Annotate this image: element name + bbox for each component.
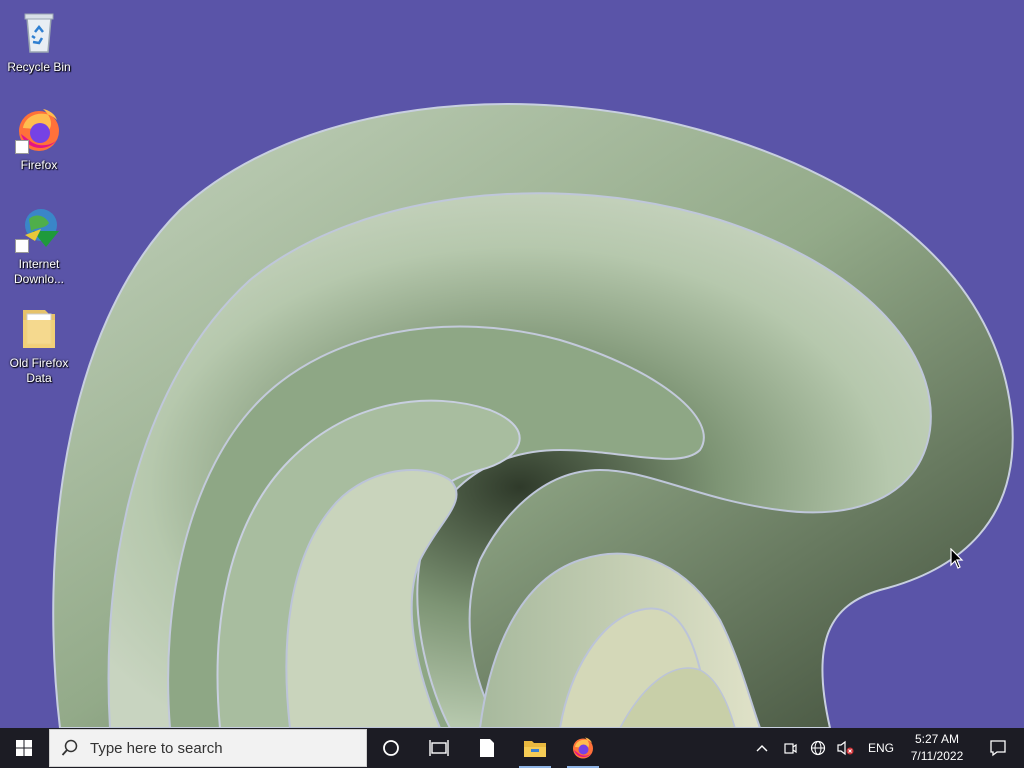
meet-now-icon	[784, 743, 797, 754]
task-view-icon	[429, 740, 449, 756]
notepad-taskbar-button[interactable]	[463, 728, 511, 768]
search-icon	[50, 739, 90, 757]
input-language-indicator[interactable]: ENG	[860, 728, 902, 768]
recycle-bin-icon	[15, 8, 63, 56]
search-placeholder: Type here to search	[90, 739, 223, 757]
folder-icon	[524, 741, 546, 757]
clock-time: 5:27 AM	[914, 732, 960, 746]
show-hidden-icons-button[interactable]	[748, 728, 776, 768]
desktop-icon-label: Old Firefox Data	[9, 356, 69, 385]
firefox-icon	[573, 737, 593, 759]
blank-document-icon	[480, 739, 494, 757]
firefox-icon	[15, 106, 63, 154]
taskbar-search-box[interactable]: Type here to search	[49, 729, 367, 767]
desktop-icon-label: Firefox	[20, 158, 58, 172]
volume-muted-icon	[837, 740, 854, 756]
network-button[interactable]	[804, 728, 832, 768]
start-button[interactable]	[0, 728, 48, 768]
shortcut-arrow-icon	[15, 239, 29, 253]
internet-download-manager-icon	[15, 205, 63, 253]
desktop-icon-label: Recycle Bin	[7, 60, 71, 74]
desktop-icon-recycle-bin[interactable]: Recycle Bin	[4, 8, 74, 75]
clock-date: 7/11/2022	[910, 749, 964, 763]
system-tray: ENG 5:27 AM 7/11/2022	[748, 728, 1024, 768]
globe-network-icon	[810, 740, 826, 756]
folder-icon	[15, 304, 63, 352]
wallpaper-bloom	[52, 103, 1014, 728]
meet-now-button[interactable]	[776, 728, 804, 768]
windows-logo-icon	[16, 740, 32, 756]
cortana-circle-icon	[383, 740, 399, 756]
desktop-icon-old-firefox-data[interactable]: Old Firefox Data	[4, 304, 74, 386]
file-explorer-taskbar-button[interactable]	[511, 728, 559, 768]
volume-button[interactable]	[832, 728, 860, 768]
shortcut-arrow-icon	[15, 140, 29, 154]
taskbar-clock[interactable]: 5:27 AM 7/11/2022	[902, 728, 972, 768]
desktop-icon-label: Internet Downlo...	[13, 257, 65, 286]
task-view-button[interactable]	[415, 728, 463, 768]
taskbar: Type here to search ENG 5:27 AM 7/11/202…	[0, 728, 1024, 768]
desktop-icon-firefox[interactable]: Firefox	[4, 106, 74, 173]
mouse-cursor-icon	[950, 548, 964, 569]
chevron-up-icon	[756, 745, 768, 752]
firefox-taskbar-button[interactable]	[559, 728, 607, 768]
desktop-icon-internet-download-manager[interactable]: Internet Downlo...	[4, 205, 74, 287]
cortana-button[interactable]	[367, 728, 415, 768]
action-center-icon	[990, 740, 1006, 757]
action-center-button[interactable]	[972, 728, 1024, 768]
desktop[interactable]: Recycle Bin Firefox Internet Downlo... O…	[0, 0, 1024, 728]
